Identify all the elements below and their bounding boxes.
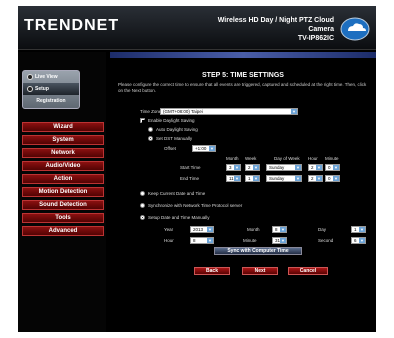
sync-computer-time-button[interactable]: Sync with Computer Time (214, 247, 302, 255)
chevron-down-icon: ▼ (316, 176, 322, 181)
dst-header-week: Week (245, 156, 257, 161)
daylight-saving-checkbox[interactable] (140, 118, 145, 123)
chevron-down-icon: ▼ (280, 227, 286, 232)
start-month-select[interactable]: 3 ▼ (226, 164, 241, 171)
end-minute-select[interactable]: 0 ▼ (325, 175, 340, 182)
keep-time-label: Keep Current Date and Time (148, 191, 206, 196)
menu-network[interactable]: Network (22, 148, 104, 158)
chevron-down-icon: ▼ (359, 238, 365, 243)
app-window: TRENDNET Wireless HD Day / Night PTZ Clo… (18, 6, 376, 332)
chevron-down-icon: ▼ (359, 227, 365, 232)
menu-motion-detection[interactable]: Motion Detection (22, 187, 104, 197)
chevron-down-icon: ▼ (207, 238, 213, 243)
day-label: Day (318, 227, 327, 232)
product-title-line1: Wireless HD Day / Night PTZ Cloud Camera (217, 17, 334, 33)
minute-select[interactable]: 31 ▼ (272, 237, 287, 244)
menu-advanced[interactable]: Advanced (22, 226, 104, 236)
month-label: Month (247, 227, 260, 232)
daylight-saving-label: Enable Daylight Saving (148, 118, 195, 123)
hour-select[interactable]: 8 ▼ (190, 237, 214, 244)
offset-select[interactable]: +1:00 ▼ (192, 145, 216, 152)
cloud-icon (340, 17, 370, 41)
setup-manual-label: Setup Date and Time Manually (148, 215, 210, 220)
sync-ntp-radio[interactable] (140, 203, 145, 208)
offset-label: Offset (164, 146, 176, 151)
end-day-select[interactable]: Sunday ▼ (266, 175, 302, 182)
start-hour-select[interactable]: 2 ▼ (308, 164, 323, 171)
next-button[interactable]: Next (242, 267, 278, 275)
view-mode-box: Live View Setup Registration (22, 70, 80, 109)
chevron-down-icon: ▼ (316, 165, 322, 170)
setup-link[interactable]: Setup (23, 83, 79, 95)
page-title: STEP 5: TIME SETTINGS (202, 72, 284, 79)
chevron-down-icon: ▼ (207, 227, 213, 232)
header-bar: TRENDNET Wireless HD Day / Night PTZ Clo… (18, 6, 376, 50)
end-month-select[interactable]: 11 ▼ (226, 175, 241, 182)
sync-ntp-label: Synchronize with Network Time Protocol s… (148, 203, 243, 208)
dst-header-month: Month (226, 156, 239, 161)
registration-link[interactable]: Registration (23, 95, 79, 107)
chevron-down-icon: ▼ (333, 176, 339, 181)
end-time-label: End Time (180, 176, 200, 181)
auto-daylight-label: Auto Daylight Saving (156, 127, 198, 132)
cancel-button[interactable]: Cancel (288, 267, 328, 275)
start-time-label: Start Time (180, 165, 201, 170)
second-select[interactable]: 6 ▼ (351, 237, 366, 244)
chevron-down-icon: ▼ (295, 165, 301, 170)
header-stripe (110, 52, 376, 58)
menu-audio-video[interactable]: Audio/Video (22, 161, 104, 171)
intro-text: Please configure the correct time to ens… (118, 82, 367, 93)
timezone-select[interactable]: (GMT+08:00) Taipei ▼ (160, 108, 298, 115)
hour-label: Hour (164, 238, 174, 243)
start-week-select[interactable]: 2 ▼ (245, 164, 260, 171)
live-view-link[interactable]: Live View (23, 71, 79, 83)
day-select[interactable]: 1 ▼ (351, 226, 366, 233)
menu-sound-detection[interactable]: Sound Detection (22, 200, 104, 210)
menu-tools[interactable]: Tools (22, 213, 104, 223)
end-week-select[interactable]: 1 ▼ (245, 175, 260, 182)
year-label: Year (164, 227, 174, 232)
auto-daylight-radio[interactable] (148, 127, 153, 132)
chevron-down-icon: ▼ (209, 146, 215, 151)
chevron-down-icon: ▼ (291, 109, 297, 114)
product-model: TV-IP862IC (297, 35, 334, 42)
timezone-label: Time Zone (140, 109, 162, 114)
chevron-down-icon: ▼ (253, 176, 259, 181)
brand-logo: TRENDNET (24, 17, 120, 34)
menu-wizard[interactable]: Wizard (22, 122, 104, 132)
start-minute-select[interactable]: 0 ▼ (325, 164, 340, 171)
chevron-down-icon: ▼ (280, 238, 286, 243)
product-title: Wireless HD Day / Night PTZ Cloud Camera… (194, 16, 334, 43)
gear-icon (27, 86, 33, 92)
start-day-select[interactable]: Sunday ▼ (266, 164, 302, 171)
set-dst-radio[interactable] (148, 136, 153, 141)
year-select[interactable]: 2013 ▼ (190, 226, 214, 233)
setup-manual-radio[interactable] (140, 215, 145, 220)
chevron-down-icon: ▼ (234, 176, 240, 181)
sidebar: Live View Setup Registration Wizard Syst… (18, 52, 106, 332)
chevron-down-icon: ▼ (295, 176, 301, 181)
dst-header-day-of-week: Day of Week (274, 156, 300, 161)
chevron-down-icon: ▼ (234, 165, 240, 170)
month-select[interactable]: 8 ▼ (272, 226, 287, 233)
main-content: STEP 5: TIME SETTINGS Please configure t… (110, 60, 376, 332)
second-label: Second (318, 238, 334, 243)
keep-time-radio[interactable] (140, 191, 145, 196)
chevron-down-icon: ▼ (333, 165, 339, 170)
chevron-down-icon: ▼ (253, 165, 259, 170)
back-button[interactable]: Back (194, 267, 230, 275)
dst-header-minute: Minute (325, 156, 339, 161)
camera-icon (27, 74, 33, 80)
menu-system[interactable]: System (22, 135, 104, 145)
end-hour-select[interactable]: 2 ▼ (308, 175, 323, 182)
menu-action[interactable]: Action (22, 174, 104, 184)
set-dst-label: Set DST Manually (156, 136, 193, 141)
minute-label: Minute (243, 238, 257, 243)
dst-header-hour: Hour (308, 156, 318, 161)
